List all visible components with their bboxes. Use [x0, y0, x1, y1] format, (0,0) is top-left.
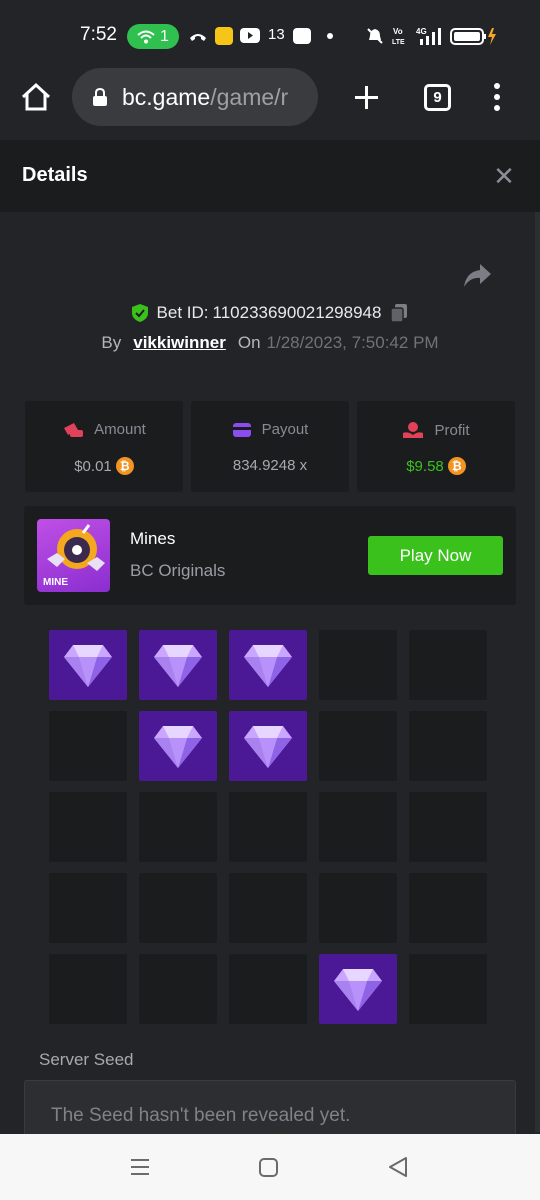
mine-tile[interactable] — [409, 711, 487, 781]
mine-tile[interactable] — [49, 792, 127, 862]
missed-call-icon — [190, 34, 206, 41]
on-label: On — [237, 333, 261, 352]
mine-tile[interactable] — [409, 873, 487, 943]
volte-icon: Vo LTE — [392, 27, 405, 46]
bet-id-row: Bet ID: 110233690021298948 — [0, 300, 540, 326]
verified-shield-icon — [131, 304, 148, 322]
youtube-icon — [240, 28, 260, 43]
payout-value: 834.9248 x — [232, 457, 308, 474]
url-host: bc.game — [122, 83, 211, 110]
bitcoin-icon: ₿ — [115, 457, 134, 475]
bet-id-label: Bet ID: — [156, 303, 209, 322]
home-nav-icon[interactable] — [259, 1158, 278, 1177]
wifi-icon — [137, 30, 155, 43]
profit-value: $9.58 — [406, 457, 444, 475]
signal-4g-icon: 4G — [416, 27, 441, 45]
home-icon[interactable] — [20, 82, 52, 112]
server-seed-message: The Seed hasn't been revealed yet. — [51, 1105, 351, 1126]
profit-card: Profit $9.58 ₿ — [357, 401, 515, 492]
profit-icon — [403, 422, 424, 438]
clock: 7:52 — [80, 24, 117, 45]
mine-tile-gem[interactable] — [139, 630, 217, 700]
mine-tile[interactable] — [49, 954, 127, 1024]
gem-icon — [154, 645, 202, 687]
mine-tile[interactable] — [409, 630, 487, 700]
more-menu-icon[interactable] — [490, 82, 504, 112]
modal-title: Details — [22, 164, 88, 186]
payout-label: Payout — [261, 421, 309, 438]
mine-tile[interactable] — [319, 630, 397, 700]
mine-tile[interactable] — [229, 954, 307, 1024]
username-link[interactable]: vikkiwinner — [133, 333, 226, 353]
svg-text:4G: 4G — [416, 27, 427, 36]
svg-text:LTE: LTE — [392, 39, 405, 46]
mines-thumbnail-art: MINE — [43, 524, 105, 588]
mine-tile-gem[interactable] — [49, 630, 127, 700]
svg-text:Vo: Vo — [393, 27, 403, 36]
back-nav-icon[interactable] — [388, 1157, 408, 1177]
amount-card: Amount $0.01 ₿ — [25, 401, 183, 492]
mine-tile[interactable] — [139, 954, 217, 1024]
game-card: MINE Mines BC Originals Play Now — [24, 506, 516, 605]
mine-tile[interactable] — [49, 873, 127, 943]
notification-count: 13 — [268, 26, 285, 43]
game-provider: BC Originals — [130, 561, 226, 580]
share-icon[interactable] — [462, 262, 492, 290]
mine-tile-gem[interactable] — [229, 711, 307, 781]
tab-switcher-button[interactable]: 9 — [424, 84, 451, 111]
recents-menu-icon[interactable] — [130, 1157, 150, 1177]
bitcoin-icon: ₿ — [447, 457, 466, 475]
play-now-button[interactable]: Play Now — [368, 536, 503, 575]
amount-label: Amount — [94, 421, 146, 438]
mine-tile-gem[interactable] — [139, 711, 217, 781]
copy-icon[interactable] — [389, 303, 409, 323]
more-notifications-dot — [327, 33, 333, 39]
browser-toolbar: bc.game/game/r 9 — [0, 62, 540, 140]
server-seed-label: Server Seed — [39, 1050, 134, 1069]
status-bar: 7:52 1 13 Vo LTE 4G — [0, 0, 540, 70]
bet-id-value: 110233690021298948 — [212, 303, 382, 322]
lock-icon — [93, 87, 107, 106]
payout-card: Payout 834.9248 x — [191, 401, 349, 492]
mine-tile[interactable] — [409, 792, 487, 862]
url-path: /game/r — [210, 83, 289, 110]
mine-tile[interactable] — [229, 792, 307, 862]
mine-tile[interactable] — [229, 873, 307, 943]
mine-tile[interactable] — [409, 954, 487, 1024]
url-bar[interactable]: bc.game/game/r — [72, 68, 318, 126]
mines-game-thumbnail[interactable]: MINE — [37, 519, 110, 592]
system-nav-bar — [0, 1134, 540, 1200]
profit-label: Profit — [434, 421, 470, 439]
details-header: Details — [0, 140, 540, 212]
wifi-count: 1 — [160, 27, 169, 45]
by-label: By — [101, 333, 122, 352]
gem-icon — [154, 726, 202, 768]
game-name: Mines — [130, 529, 176, 548]
wifi-hotspot-badge: 1 — [127, 24, 179, 49]
new-tab-icon[interactable] — [353, 84, 380, 111]
bet-date: 1/28/2023, 7:50:42 PM — [266, 333, 439, 352]
headphones-app-icon — [215, 27, 233, 45]
mine-tile[interactable] — [139, 792, 217, 862]
thumb-label: MINE — [43, 577, 68, 588]
mine-tile-gem[interactable] — [319, 954, 397, 1024]
gem-icon — [244, 726, 292, 768]
gem-icon — [244, 645, 292, 687]
game-app-icon — [293, 28, 311, 44]
mine-tile[interactable] — [319, 792, 397, 862]
gem-icon — [334, 969, 382, 1011]
amount-value: $0.01 — [74, 457, 112, 475]
mine-tile-gem[interactable] — [229, 630, 307, 700]
mine-tile[interactable] — [49, 711, 127, 781]
bet-meta-row: By vikkiwinner On 1/28/2023, 7:50:42 PM — [0, 333, 540, 357]
close-button[interactable]: ✕ — [490, 160, 518, 192]
mine-tile[interactable] — [319, 873, 397, 943]
bell-muted-icon — [367, 28, 383, 44]
mine-tile[interactable] — [319, 711, 397, 781]
wallet-icon — [232, 422, 251, 437]
battery-charging-icon — [450, 28, 496, 45]
mine-tile[interactable] — [139, 873, 217, 943]
gem-icon — [64, 645, 112, 687]
amount-icon — [64, 422, 84, 437]
